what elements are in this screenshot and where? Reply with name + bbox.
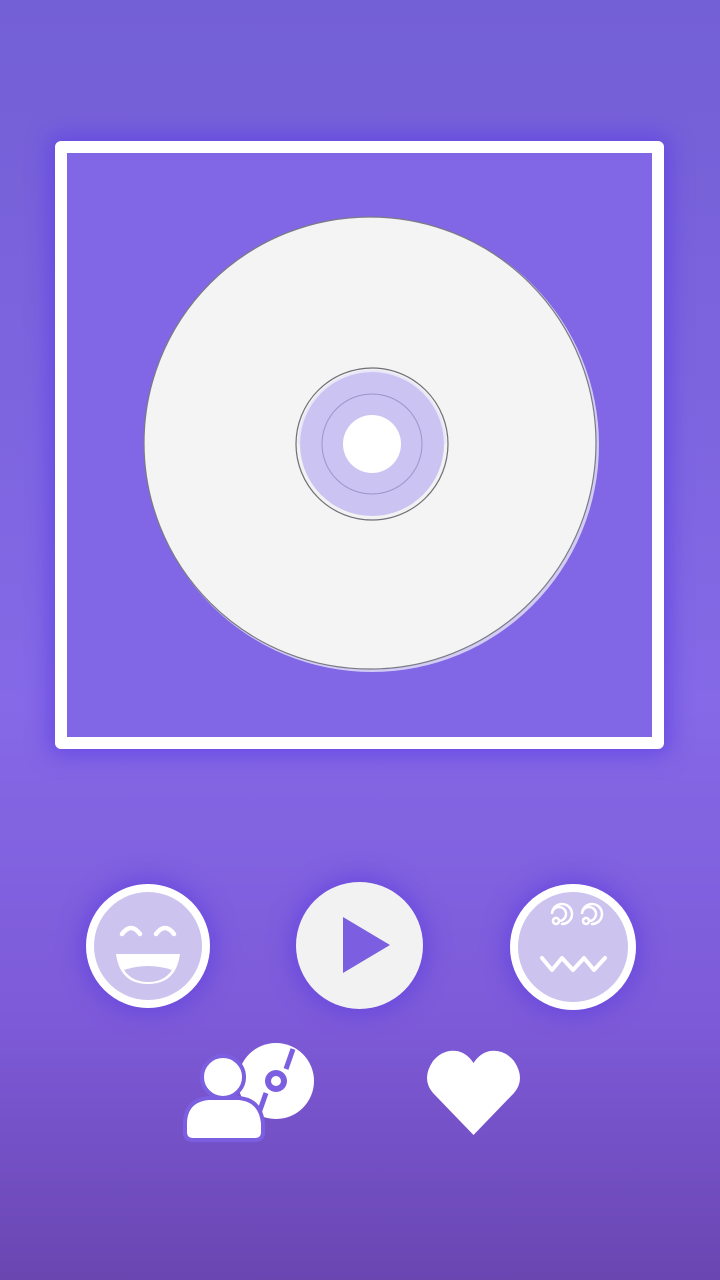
happy-mood-button[interactable]	[86, 884, 210, 1008]
album-art-frame	[55, 141, 664, 749]
user-disc-icon	[183, 1043, 314, 1142]
play-button[interactable]	[296, 882, 423, 1009]
artist-library-button[interactable]	[183, 1040, 317, 1144]
play-icon	[343, 917, 390, 973]
dizzy-face-icon	[540, 902, 607, 972]
favorite-button[interactable]	[425, 1047, 522, 1137]
dizzy-mood-button[interactable]	[510, 884, 636, 1010]
happy-face-icon	[116, 925, 180, 984]
heart-icon	[427, 1050, 520, 1135]
cd-disc-icon	[143, 216, 599, 672]
